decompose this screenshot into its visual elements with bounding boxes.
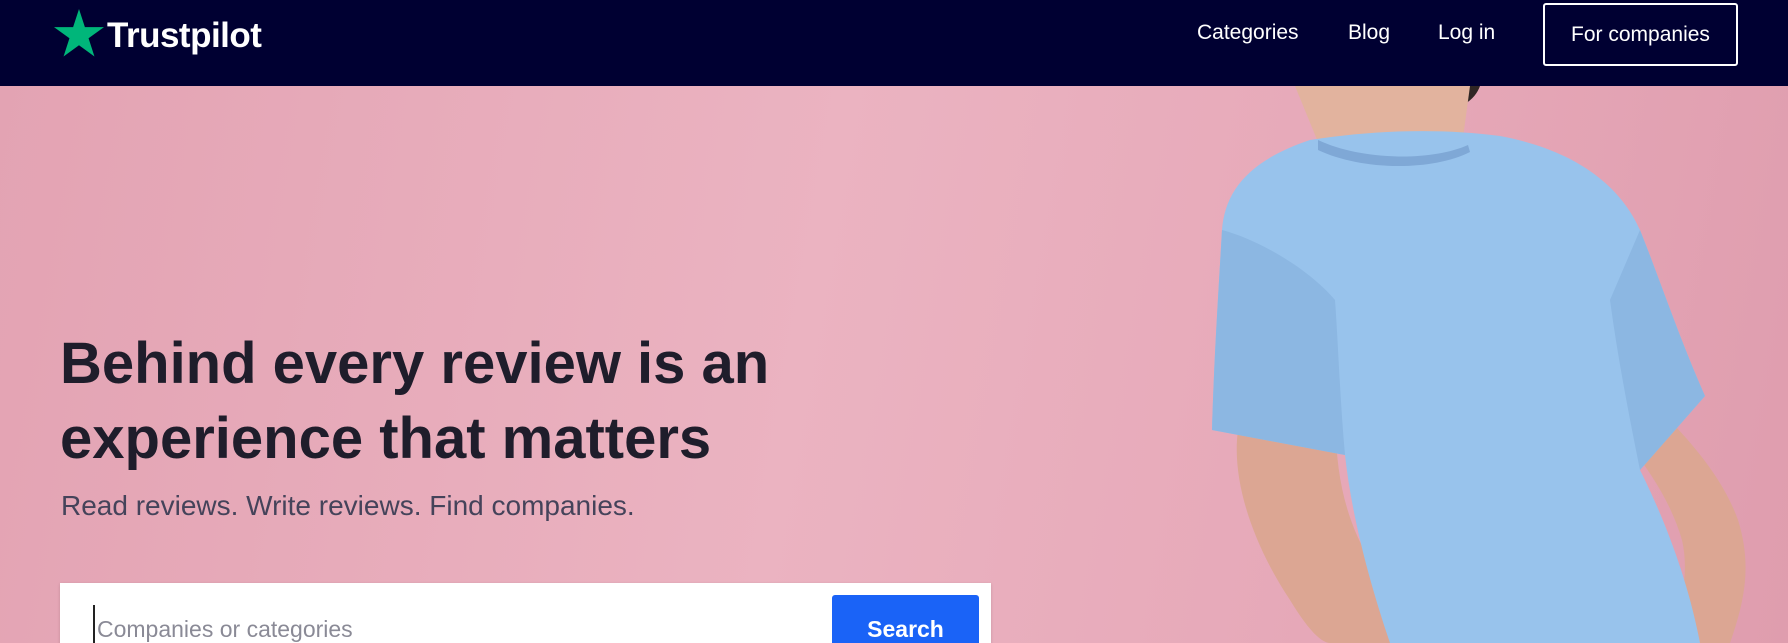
search-button[interactable]: Search	[832, 595, 979, 643]
hero-headline: Behind every review is an experience tha…	[60, 331, 770, 471]
for-companies-button[interactable]: For companies	[1543, 3, 1738, 66]
hero-subheadline: Read reviews. Write reviews. Find compan…	[61, 490, 635, 521]
trustpilot-logo[interactable]: Trustpilot	[54, 8, 262, 58]
top-navigation-bar: Trustpilot Categories Blog Log in For co…	[0, 0, 1788, 86]
logo-text: Trustpilot	[107, 16, 262, 55]
nav-link-categories[interactable]: Categories	[1197, 20, 1299, 46]
hero-section: Behind every review is an experience tha…	[0, 86, 1788, 643]
nav-link-log-in[interactable]: Log in	[1438, 20, 1495, 46]
search-bar: Search	[60, 583, 991, 643]
star-icon	[54, 9, 104, 57]
search-input[interactable]	[93, 605, 873, 643]
nav-link-blog[interactable]: Blog	[1348, 20, 1390, 46]
